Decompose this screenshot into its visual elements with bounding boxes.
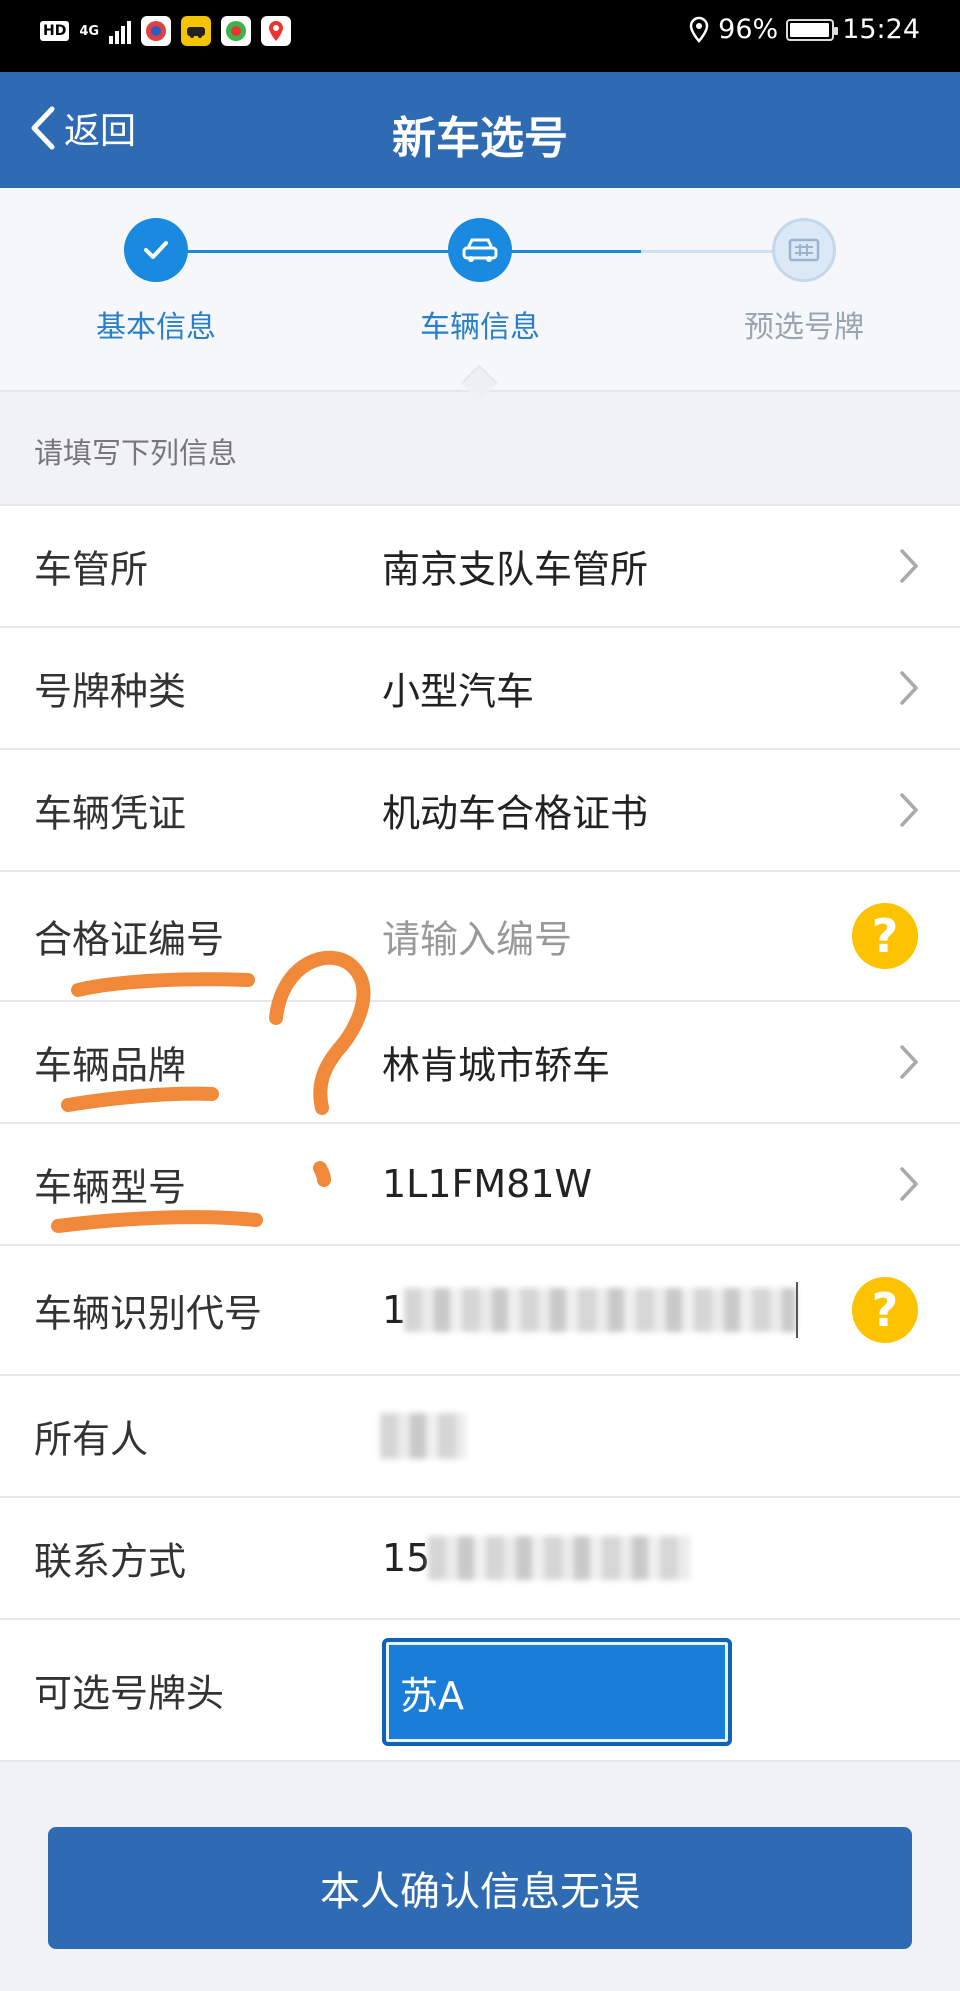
step-label: 预选号牌: [744, 310, 864, 345]
confirm-button[interactable]: 本人确认信息无误: [48, 1827, 912, 1949]
vehicle-doc-value: 机动车合格证书: [382, 791, 649, 836]
battery-icon: [786, 18, 839, 41]
office-row[interactable]: 车管所 南京支队车管所: [0, 506, 960, 628]
brand-row[interactable]: 车辆品牌 林肯城市轿车: [0, 1002, 960, 1124]
step-basic-info: 基本信息: [36, 218, 276, 346]
contact-redaction: [428, 1536, 690, 1580]
status-bar: HD 4G 96% 15:24: [0, 0, 960, 72]
progress-stepper: 基本信息 车辆信息 预选号牌: [0, 188, 960, 392]
check-icon: [124, 218, 188, 282]
owner-label: 所有人: [34, 1417, 149, 1462]
step-label: 基本信息: [96, 310, 216, 345]
help-icon[interactable]: ?: [852, 903, 918, 969]
model-label: 车辆型号: [34, 1165, 187, 1210]
owner-row: 所有人: [0, 1376, 960, 1498]
app-notification-icon-1: [141, 16, 172, 46]
form-hint: 请填写下列信息: [34, 436, 238, 470]
plate-prefix-label: 可选号牌头: [34, 1671, 225, 1716]
map-app-icon: [261, 16, 292, 46]
hd-indicator: HD: [40, 21, 70, 41]
car-icon: [448, 218, 512, 282]
chevron-right-icon: [900, 1167, 918, 1201]
chevron-right-icon: [900, 793, 918, 827]
contact-label: 联系方式: [34, 1539, 187, 1584]
title-bar: 返回 新车选号: [0, 72, 960, 188]
page-title: 新车选号: [392, 113, 568, 164]
status-left: HD 4G: [40, 16, 292, 46]
help-icon[interactable]: ?: [852, 1277, 918, 1343]
plate-type-row[interactable]: 号牌种类 小型汽车: [0, 628, 960, 750]
app-notification-icon-3: [221, 16, 252, 46]
vehicle-doc-row[interactable]: 车辆凭证 机动车合格证书: [0, 750, 960, 872]
network-type: 4G: [79, 23, 100, 39]
chevron-right-icon: [900, 671, 918, 705]
model-row[interactable]: 车辆型号 1L1FM81W: [0, 1124, 960, 1246]
plate-type-value: 小型汽车: [382, 669, 535, 714]
brand-label: 车辆品牌: [34, 1043, 187, 1088]
cert-number-label: 合格证编号: [34, 917, 225, 962]
vehicle-info-form: 车管所 南京支队车管所 号牌种类 小型汽车 车辆凭证 机动车合格证书 合格证编号…: [0, 504, 960, 1762]
location-icon: [689, 16, 709, 43]
brand-value: 林肯城市轿车: [382, 1043, 611, 1088]
office-label: 车管所: [34, 547, 149, 592]
contact-value: 15: [382, 1536, 431, 1580]
step-vehicle-info: 车辆信息: [360, 218, 600, 346]
cert-number-row: 合格证编号 请输入编号 ?: [0, 872, 960, 1002]
model-value: 1L1FM81W: [382, 1162, 593, 1206]
plate-type-label: 号牌种类: [34, 669, 187, 714]
signal-icon: [109, 18, 132, 44]
plate-prefix-row: 可选号牌头 苏A: [0, 1620, 960, 1762]
vin-row: 车辆识别代号 1L ?: [0, 1246, 960, 1376]
cert-number-input[interactable]: 请输入编号: [382, 909, 572, 964]
owner-redaction: [380, 1413, 466, 1459]
app-notification-icon-2: [181, 16, 212, 46]
step-label: 车辆信息: [420, 310, 540, 345]
text-cursor: [796, 1282, 798, 1338]
chevron-right-icon: [900, 549, 918, 583]
vehicle-doc-label: 车辆凭证: [34, 791, 187, 836]
step-plate-selection: 预选号牌: [684, 218, 924, 346]
plate-icon: [772, 218, 836, 282]
vin-label: 车辆识别代号: [34, 1291, 263, 1336]
status-right: 96% 15:24: [688, 14, 920, 45]
office-value: 南京支队车管所: [382, 547, 649, 592]
contact-row: 联系方式 15: [0, 1498, 960, 1620]
plate-prefix-select[interactable]: 苏A: [382, 1638, 732, 1746]
vin-redaction: [404, 1288, 796, 1332]
chevron-right-icon: [900, 1045, 918, 1079]
clock: 15:24: [842, 14, 920, 45]
battery-percent: 96%: [718, 14, 779, 45]
